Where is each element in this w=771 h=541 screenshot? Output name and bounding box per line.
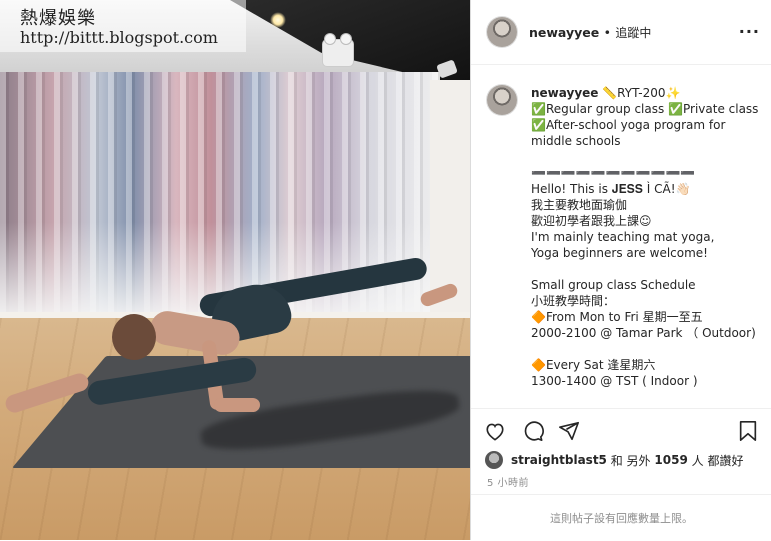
caption-text: newayyee 📏RYT-200✨ ✅Regular group class … <box>531 85 763 389</box>
heart-icon[interactable] <box>483 419 507 443</box>
avatar[interactable] <box>487 17 517 47</box>
hand <box>214 398 260 412</box>
following-button[interactable]: 追蹤中 <box>615 26 651 40</box>
header-username[interactable]: newayyee <box>529 25 599 40</box>
post-photo[interactable]: 熱爆娛樂 http://bittt.blogspot.com <box>0 0 470 540</box>
comments-limited-text: 這則帖子設有回應數量上限。 <box>550 512 693 525</box>
liker-avatar[interactable] <box>485 451 503 469</box>
head <box>112 314 156 360</box>
watermark: 熱爆娛樂 http://bittt.blogspot.com <box>0 0 246 52</box>
post-side-panel: newayyee • 追蹤中 ··· newayyee 📏RYT-200✨ ✅R… <box>470 0 771 540</box>
header-username-row: newayyee • 追蹤中 <box>529 24 651 41</box>
action-bar <box>471 408 771 453</box>
caption-area[interactable]: newayyee 📏RYT-200✨ ✅Regular group class … <box>471 65 771 407</box>
header-separator: • <box>603 25 611 40</box>
bookmark-icon[interactable] <box>736 419 760 443</box>
post-header: newayyee • 追蹤中 ··· <box>471 0 771 65</box>
comment-icon[interactable] <box>521 419 545 443</box>
likes-count[interactable]: 1059 <box>654 453 687 467</box>
caption-content: 📏RYT-200✨ ✅Regular group class ✅Private … <box>531 86 759 388</box>
likes-connector: 和 另外 <box>610 453 651 468</box>
likes-suffix: 人 都讚好 <box>691 453 744 468</box>
watermark-url: http://bittt.blogspot.com <box>20 28 218 47</box>
comments-limited-notice: 這則帖子設有回應數量上限。 <box>471 494 771 541</box>
emergency-light <box>323 34 353 66</box>
liker-username[interactable]: straightblast5 <box>511 453 607 467</box>
share-icon[interactable] <box>557 419 581 443</box>
ceiling-light <box>270 12 286 28</box>
caption-avatar[interactable] <box>487 85 517 115</box>
more-options-icon[interactable]: ··· <box>739 22 760 41</box>
watermark-title: 熱爆娛樂 <box>20 8 96 29</box>
post-timestamp[interactable]: 5 小時前 <box>487 474 529 489</box>
likes-row: straightblast5 和 另外 1059 人 都讚好 <box>485 450 743 470</box>
caption-username[interactable]: newayyee <box>531 86 598 100</box>
